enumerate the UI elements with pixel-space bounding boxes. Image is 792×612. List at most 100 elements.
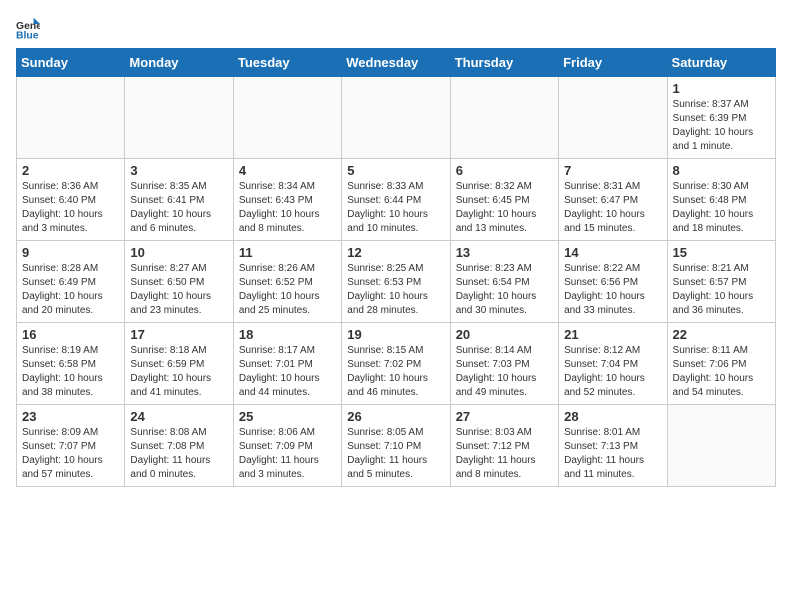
day-info: Sunrise: 8:12 AM Sunset: 7:04 PM Dayligh… <box>564 344 661 400</box>
day-info: Sunrise: 8:26 AM Sunset: 6:52 PM Dayligh… <box>239 262 336 318</box>
calendar-cell: 14 Sunrise: 8:22 AM Sunset: 6:56 PM Dayli… <box>559 241 667 323</box>
day-number: 6 <box>456 163 553 178</box>
calendar-cell: 28 Sunrise: 8:01 AM Sunset: 7:13 PM Dayli… <box>559 405 667 487</box>
calendar-header-wednesday: Wednesday <box>342 49 450 77</box>
svg-text:Blue: Blue <box>16 30 39 40</box>
day-number: 28 <box>564 409 661 424</box>
day-info: Sunrise: 8:19 AM Sunset: 6:58 PM Dayligh… <box>22 344 119 400</box>
calendar-cell: 23 Sunrise: 8:09 AM Sunset: 7:07 PM Dayli… <box>17 405 125 487</box>
day-info: Sunrise: 8:28 AM Sunset: 6:49 PM Dayligh… <box>22 262 119 318</box>
day-info: Sunrise: 8:36 AM Sunset: 6:40 PM Dayligh… <box>22 180 119 236</box>
day-number: 20 <box>456 327 553 342</box>
calendar-cell: 3 Sunrise: 8:35 AM Sunset: 6:41 PM Daylig… <box>125 159 233 241</box>
calendar-table: SundayMondayTuesdayWednesdayThursdayFrid… <box>16 48 776 487</box>
day-info: Sunrise: 8:25 AM Sunset: 6:53 PM Dayligh… <box>347 262 444 318</box>
calendar-cell: 7 Sunrise: 8:31 AM Sunset: 6:47 PM Daylig… <box>559 159 667 241</box>
day-info: Sunrise: 8:30 AM Sunset: 6:48 PM Dayligh… <box>673 180 770 236</box>
calendar-week-row: 1 Sunrise: 8:37 AM Sunset: 6:39 PM Daylig… <box>17 77 776 159</box>
day-number: 14 <box>564 245 661 260</box>
day-number: 2 <box>22 163 119 178</box>
calendar-header-sunday: Sunday <box>17 49 125 77</box>
calendar-cell: 13 Sunrise: 8:23 AM Sunset: 6:54 PM Dayli… <box>450 241 558 323</box>
day-info: Sunrise: 8:05 AM Sunset: 7:10 PM Dayligh… <box>347 426 444 482</box>
day-number: 3 <box>130 163 227 178</box>
calendar-cell: 26 Sunrise: 8:05 AM Sunset: 7:10 PM Dayli… <box>342 405 450 487</box>
day-number: 18 <box>239 327 336 342</box>
calendar-cell: 19Sunrise: 8:15 AM Sunset: 7:02 PM Dayli… <box>342 323 450 405</box>
calendar-header-friday: Friday <box>559 49 667 77</box>
day-info: Sunrise: 8:03 AM Sunset: 7:12 PM Dayligh… <box>456 426 553 482</box>
day-number: 5 <box>347 163 444 178</box>
calendar-cell: 17 Sunrise: 8:18 AM Sunset: 6:59 PM Dayli… <box>125 323 233 405</box>
calendar-cell <box>17 77 125 159</box>
day-number: 15 <box>673 245 770 260</box>
day-number: 17 <box>130 327 227 342</box>
calendar-week-row: 9 Sunrise: 8:28 AM Sunset: 6:49 PM Daylig… <box>17 241 776 323</box>
day-number: 12 <box>347 245 444 260</box>
calendar-cell: 4 Sunrise: 8:34 AM Sunset: 6:43 PM Daylig… <box>233 159 341 241</box>
day-number: 8 <box>673 163 770 178</box>
day-number: 26 <box>347 409 444 424</box>
day-number: 7 <box>564 163 661 178</box>
day-info: Sunrise: 8:34 AM Sunset: 6:43 PM Dayligh… <box>239 180 336 236</box>
day-info: Sunrise: 8:27 AM Sunset: 6:50 PM Dayligh… <box>130 262 227 318</box>
calendar-cell: 8 Sunrise: 8:30 AM Sunset: 6:48 PM Daylig… <box>667 159 775 241</box>
calendar-header-row: SundayMondayTuesdayWednesdayThursdayFrid… <box>17 49 776 77</box>
day-number: 24 <box>130 409 227 424</box>
calendar-cell: 6 Sunrise: 8:32 AM Sunset: 6:45 PM Daylig… <box>450 159 558 241</box>
calendar-cell: 5 Sunrise: 8:33 AM Sunset: 6:44 PM Daylig… <box>342 159 450 241</box>
day-number: 13 <box>456 245 553 260</box>
calendar-header-monday: Monday <box>125 49 233 77</box>
day-info: Sunrise: 8:01 AM Sunset: 7:13 PM Dayligh… <box>564 426 661 482</box>
calendar-cell <box>233 77 341 159</box>
day-info: Sunrise: 8:23 AM Sunset: 6:54 PM Dayligh… <box>456 262 553 318</box>
calendar-cell <box>342 77 450 159</box>
day-info: Sunrise: 8:11 AM Sunset: 7:06 PM Dayligh… <box>673 344 770 400</box>
day-number: 27 <box>456 409 553 424</box>
calendar-header-thursday: Thursday <box>450 49 558 77</box>
logo: General Blue <box>16 16 44 40</box>
calendar-week-row: 23 Sunrise: 8:09 AM Sunset: 7:07 PM Dayli… <box>17 405 776 487</box>
day-info: Sunrise: 8:22 AM Sunset: 6:56 PM Dayligh… <box>564 262 661 318</box>
day-number: 21 <box>564 327 661 342</box>
calendar-cell: 24 Sunrise: 8:08 AM Sunset: 7:08 PM Dayli… <box>125 405 233 487</box>
day-info: Sunrise: 8:37 AM Sunset: 6:39 PM Dayligh… <box>673 98 770 154</box>
day-number: 23 <box>22 409 119 424</box>
calendar-cell: 9 Sunrise: 8:28 AM Sunset: 6:49 PM Daylig… <box>17 241 125 323</box>
calendar-cell: 10 Sunrise: 8:27 AM Sunset: 6:50 PM Dayli… <box>125 241 233 323</box>
calendar-cell <box>667 405 775 487</box>
calendar-cell: 25 Sunrise: 8:06 AM Sunset: 7:09 PM Dayli… <box>233 405 341 487</box>
page-header: General Blue <box>16 16 776 40</box>
day-number: 19 <box>347 327 444 342</box>
day-number: 22 <box>673 327 770 342</box>
day-info: Sunrise: 8:17 AM Sunset: 7:01 PM Dayligh… <box>239 344 336 400</box>
calendar-cell: 20 Sunrise: 8:14 AM Sunset: 7:03 PM Dayli… <box>450 323 558 405</box>
day-number: 10 <box>130 245 227 260</box>
calendar-header-saturday: Saturday <box>667 49 775 77</box>
calendar-cell <box>450 77 558 159</box>
day-info: Sunrise: 8:06 AM Sunset: 7:09 PM Dayligh… <box>239 426 336 482</box>
day-number: 11 <box>239 245 336 260</box>
day-info: Sunrise: 8:08 AM Sunset: 7:08 PM Dayligh… <box>130 426 227 482</box>
day-number: 4 <box>239 163 336 178</box>
calendar-cell <box>559 77 667 159</box>
day-number: 1 <box>673 81 770 96</box>
calendar-cell: 27 Sunrise: 8:03 AM Sunset: 7:12 PM Dayli… <box>450 405 558 487</box>
day-info: Sunrise: 8:33 AM Sunset: 6:44 PM Dayligh… <box>347 180 444 236</box>
calendar-cell <box>125 77 233 159</box>
day-info: Sunrise: 8:09 AM Sunset: 7:07 PM Dayligh… <box>22 426 119 482</box>
day-info: Sunrise: 8:35 AM Sunset: 6:41 PM Dayligh… <box>130 180 227 236</box>
day-number: 16 <box>22 327 119 342</box>
day-number: 9 <box>22 245 119 260</box>
day-info: Sunrise: 8:14 AM Sunset: 7:03 PM Dayligh… <box>456 344 553 400</box>
calendar-cell: 2 Sunrise: 8:36 AM Sunset: 6:40 PM Daylig… <box>17 159 125 241</box>
calendar-cell: 15Sunrise: 8:21 AM Sunset: 6:57 PM Dayli… <box>667 241 775 323</box>
day-number: 25 <box>239 409 336 424</box>
day-info: Sunrise: 8:31 AM Sunset: 6:47 PM Dayligh… <box>564 180 661 236</box>
day-info: Sunrise: 8:18 AM Sunset: 6:59 PM Dayligh… <box>130 344 227 400</box>
logo-icon: General Blue <box>16 16 40 40</box>
day-info: Sunrise: 8:32 AM Sunset: 6:45 PM Dayligh… <box>456 180 553 236</box>
calendar-cell: 1 Sunrise: 8:37 AM Sunset: 6:39 PM Daylig… <box>667 77 775 159</box>
calendar-cell: 12 Sunrise: 8:25 AM Sunset: 6:53 PM Dayli… <box>342 241 450 323</box>
calendar-header-tuesday: Tuesday <box>233 49 341 77</box>
